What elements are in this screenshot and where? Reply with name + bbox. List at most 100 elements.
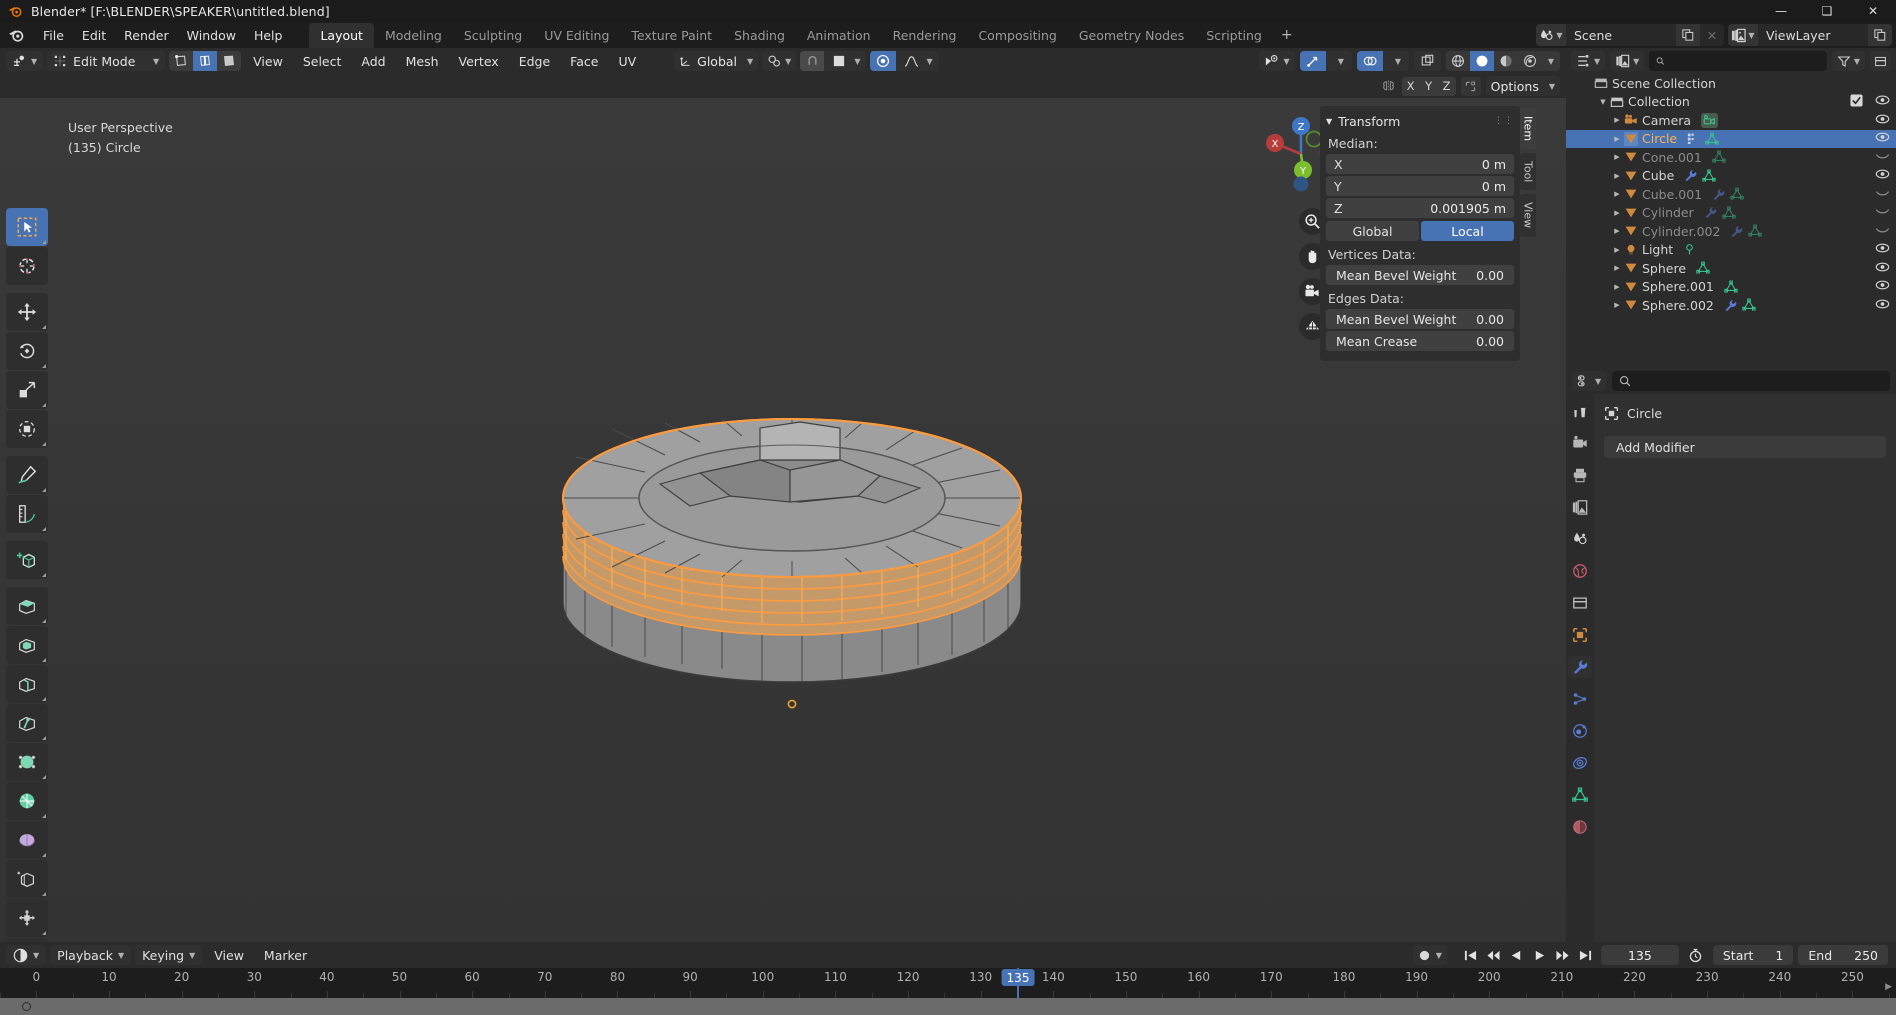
falloff-curve-icon[interactable] [900, 51, 922, 71]
play-button[interactable] [1529, 945, 1550, 965]
modifier-icon[interactable] [1704, 206, 1717, 219]
auto-keying-toggle[interactable]: ▼ [1412, 945, 1447, 965]
outliner-row-cylinder-002[interactable]: ▶ Cylinder.002 [1566, 222, 1896, 241]
new-scene-button[interactable] [1676, 24, 1700, 46]
mesh-data-icon[interactable] [1730, 187, 1744, 201]
tool-measure[interactable] [6, 495, 48, 533]
workspace-tab-rendering[interactable]: Rendering [882, 23, 968, 48]
properties-tab-tool[interactable] [1568, 400, 1592, 422]
tool-move[interactable] [6, 293, 48, 331]
visibility-eye-closed-icon[interactable] [1875, 224, 1890, 239]
collection-checkbox[interactable] [1850, 94, 1863, 110]
properties-tab-data[interactable] [1568, 784, 1592, 806]
viewport-menu-add[interactable]: Add [353, 52, 393, 71]
shading-rendered-button[interactable] [1518, 51, 1542, 71]
outliner-row-cylinder[interactable]: ▶ Cylinder [1566, 204, 1896, 223]
frame-start-field[interactable]: Start 1 [1712, 945, 1794, 965]
tool-inset-faces[interactable] [6, 626, 48, 664]
viewport-menu-view[interactable]: View [245, 52, 291, 71]
shading-dropdown-button[interactable]: ▼ [1542, 51, 1560, 71]
expand-triangle[interactable]: ▶ [1610, 264, 1624, 272]
viewport-menu-face[interactable]: Face [562, 52, 606, 71]
mesh-data-icon[interactable] [1705, 132, 1719, 146]
expand-triangle[interactable]: ▶ [1610, 135, 1624, 143]
visibility-eye-icon[interactable] [1875, 113, 1890, 128]
mesh-data-icon[interactable] [1712, 150, 1726, 164]
visibility-eye-closed-icon[interactable] [1875, 187, 1890, 202]
visibility-selectability-dropdown[interactable]: ▼ [1258, 51, 1295, 71]
xray-toggle-button[interactable] [1414, 51, 1441, 71]
timeline-channel-strip[interactable] [0, 998, 1896, 1015]
outliner-row-light[interactable]: ▶ Light [1566, 241, 1896, 260]
use-preview-range-icon[interactable] [1684, 945, 1708, 965]
outliner-search-field[interactable] [1669, 54, 1820, 68]
tool-loop-cut[interactable] [6, 704, 48, 742]
properties-tab-particles[interactable] [1568, 688, 1592, 710]
topology-mirror-button[interactable] [1460, 76, 1481, 96]
global-space-button[interactable]: Global [1326, 221, 1419, 241]
add-workspace-button[interactable]: + [1273, 23, 1301, 47]
jump-to-start-button[interactable] [1460, 945, 1481, 965]
tool-add-cube[interactable] [6, 541, 48, 579]
next-keyframe-button[interactable] [1552, 945, 1573, 965]
unlink-scene-button[interactable]: ✕ [1700, 24, 1724, 46]
median-x-field[interactable]: X 0 m [1326, 154, 1514, 174]
mesh-data-icon[interactable] [1748, 224, 1763, 238]
tool-scale[interactable] [6, 371, 48, 409]
timeline-playhead-label[interactable]: 135 [1001, 969, 1035, 986]
mesh-data-icon[interactable] [1702, 169, 1716, 183]
mesh-data-icon[interactable] [1696, 261, 1710, 275]
tool-transform[interactable] [6, 410, 48, 448]
viewport-menu-vertex[interactable]: Vertex [451, 52, 507, 71]
collection-visibility-eye-icon[interactable] [1875, 94, 1890, 109]
visibility-eye-icon[interactable] [1875, 298, 1890, 313]
shading-solid-button[interactable] [1470, 51, 1494, 71]
shading-wireframe-button[interactable] [1446, 51, 1470, 71]
outliner-row-sphere[interactable]: ▶ Sphere [1566, 259, 1896, 278]
outliner-row-cube[interactable]: ▶ Cube [1566, 167, 1896, 186]
vertex-mean-bevel-weight-field[interactable]: Mean Bevel Weight 0.00 [1326, 265, 1514, 285]
viewport-menu-mesh[interactable]: Mesh [398, 52, 447, 71]
snap-magnet-icon[interactable] [800, 51, 825, 71]
expand-triangle[interactable]: ▶ [1610, 246, 1624, 254]
timeline-editor-type-button[interactable]: ▼ [6, 945, 47, 965]
expand-triangle[interactable]: ▶ [1610, 227, 1624, 235]
sidebar-tab-item[interactable]: Item [1520, 108, 1536, 150]
scene-name[interactable]: Scene [1566, 27, 1676, 43]
outliner-display-mode-button[interactable]: ▼ [1610, 51, 1645, 71]
close-button[interactable]: ✕ [1850, 0, 1896, 22]
expand-triangle[interactable]: ▶ [1610, 301, 1624, 309]
transform-panel-header[interactable]: ▼ Transform ⋮⋮ [1326, 110, 1514, 132]
properties-tab-constraints[interactable] [1568, 752, 1592, 774]
light-data-icon[interactable] [1683, 243, 1696, 256]
camera-data-icon[interactable] [1701, 112, 1719, 128]
play-reverse-button[interactable] [1506, 945, 1527, 965]
median-y-field[interactable]: Y 0 m [1326, 176, 1514, 196]
visibility-eye-icon[interactable] [1875, 168, 1890, 183]
jump-to-end-button[interactable] [1575, 945, 1596, 965]
expand-triangle[interactable]: ▶ [1610, 172, 1624, 180]
outliner-editor-type-button[interactable]: ▼ [1571, 51, 1606, 71]
tool-annotate[interactable] [6, 456, 48, 494]
tool-tweak[interactable] [6, 208, 48, 246]
properties-tab-render[interactable] [1568, 432, 1592, 454]
tool-rotate[interactable] [6, 332, 48, 370]
workspace-tab-scripting[interactable]: Scripting [1195, 23, 1273, 48]
outliner-filter-button[interactable]: ▼ [1831, 51, 1865, 71]
properties-tab-physics[interactable] [1568, 720, 1592, 742]
viewport-menu-edge[interactable]: Edge [511, 52, 558, 71]
outliner-new-collection-button[interactable] [1870, 51, 1891, 71]
modifier-icon[interactable] [1724, 299, 1737, 312]
new-viewlayer-button[interactable] [1868, 24, 1892, 46]
timeline-menu-view[interactable]: View [206, 946, 252, 965]
panel-drag-handle[interactable]: ⋮⋮ [1494, 116, 1514, 126]
minimize-button[interactable]: — [1758, 0, 1804, 22]
properties-tab-collection[interactable] [1568, 592, 1592, 614]
workspace-tab-modeling[interactable]: Modeling [374, 23, 453, 48]
scene-icon[interactable]: ▼ [1536, 24, 1566, 46]
outliner-search-input[interactable] [1649, 51, 1827, 71]
workspace-tab-compositing[interactable]: Compositing [967, 23, 1067, 48]
visibility-eye-closed-icon[interactable] [1875, 205, 1890, 220]
workspace-tab-uv-editing[interactable]: UV Editing [533, 23, 620, 48]
tool-spin[interactable] [6, 821, 48, 859]
